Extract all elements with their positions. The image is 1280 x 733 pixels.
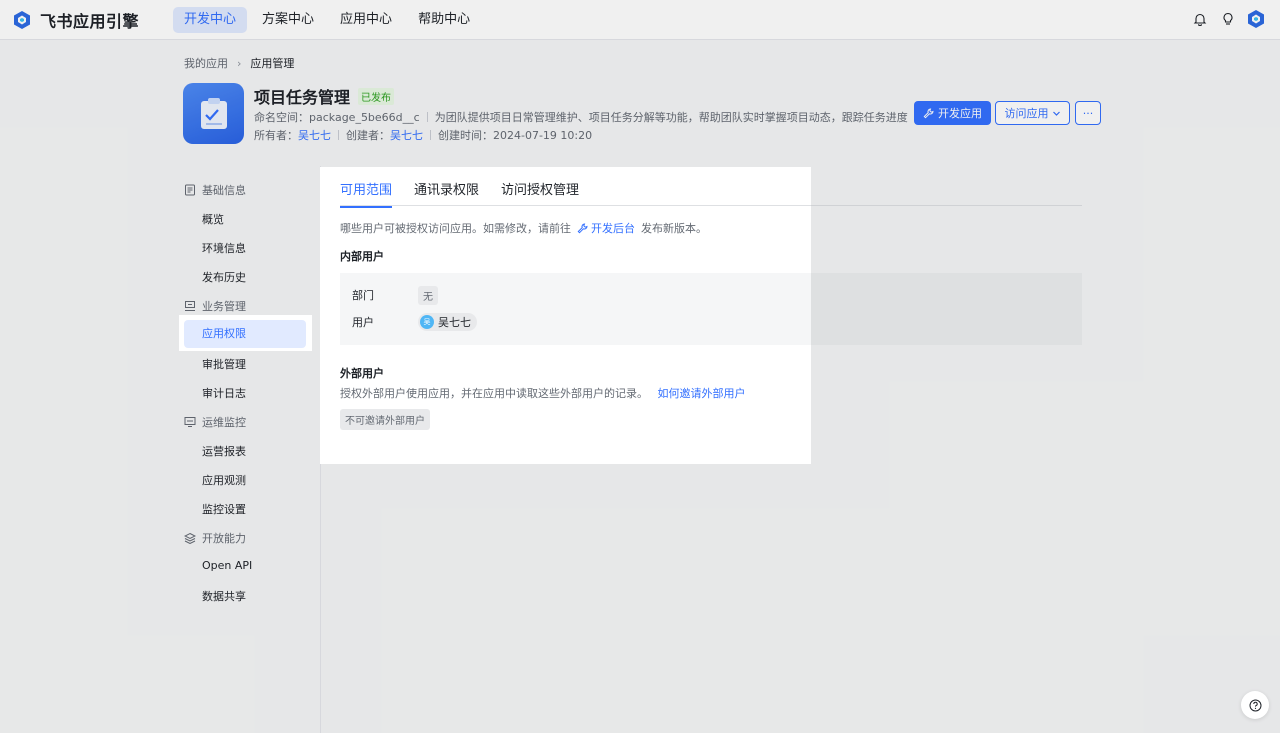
monitor-icon	[184, 417, 196, 427]
chevron-right-icon: ›	[237, 56, 242, 70]
tab-divider	[340, 205, 811, 206]
desc-text: 哪些用户可被授权访问应用。如需修改，请前往	[340, 222, 571, 235]
external-desc-text: 授权外部用户使用应用，并在应用中读取这些外部用户的记录。	[340, 387, 648, 400]
tab-underline-extension	[811, 205, 1082, 206]
visit-app-label: 访问应用	[1004, 107, 1049, 120]
invite-external-link[interactable]: 如何邀请外部用户	[658, 387, 746, 400]
clipboard-icon	[200, 97, 227, 129]
tab-contacts-permission[interactable]: 通讯录权限	[414, 179, 479, 208]
nav-dev-center[interactable]: 开发中心	[173, 6, 248, 33]
external-invite-disabled-tag: 不可邀请外部用户	[340, 409, 430, 430]
sidebar-group-business: 业务管理	[184, 298, 246, 314]
user-label: 用户	[352, 316, 374, 329]
nav-help-center[interactable]: 帮助中心	[407, 7, 481, 33]
created-time: 2024-07-19 10:20	[493, 128, 593, 142]
app-logo	[183, 83, 244, 144]
brand[interactable]: 飞书应用引擎	[12, 8, 139, 32]
department-label: 部门	[352, 289, 374, 302]
desc-suffix: 发布新版本。	[641, 222, 707, 235]
availability-description: 哪些用户可被授权访问应用。如需修改，请前往 开发后台 发布新版本。	[340, 220, 707, 236]
sidebar-item-observability[interactable]: 应用观测	[202, 472, 246, 488]
sidebar-group-ops: 运维监控	[184, 414, 246, 430]
sidebar-group-open: 开放能力	[184, 530, 246, 546]
external-users-title: 外部用户	[340, 367, 384, 380]
creator-label: 创建者：	[346, 129, 390, 142]
tab-availability[interactable]: 可用范围	[340, 179, 393, 208]
app-description: 为团队提供项目日常管理维护、项目任务分解等功能，帮助团队实时掌握项目动态，跟踪任…	[434, 111, 908, 124]
sidebar-item-open-api[interactable]: Open API	[202, 559, 252, 572]
sidebar-item-env[interactable]: 环境信息	[202, 240, 246, 256]
wrench-icon	[577, 222, 588, 233]
visit-app-button[interactable]: 访问应用	[995, 101, 1070, 125]
status-badge: 已发布	[358, 87, 395, 105]
sidebar-item-data-sharing[interactable]: 数据共享	[202, 588, 246, 604]
user-avatar-icon[interactable]	[1246, 9, 1266, 29]
brand-name: 飞书应用引擎	[40, 11, 140, 31]
internal-users-box: 部门 无 用户 吴 吴七七	[340, 273, 811, 345]
created-label: 创建时间：	[438, 129, 493, 142]
permission-panel: 可用范围 通讯录权限 访问授权管理 哪些用户可被授权访问应用。如需修改，请前往 …	[320, 167, 811, 464]
sidebar-item-ops-report[interactable]: 运营报表	[202, 443, 246, 459]
app-meta-owner: 所有者： 吴七七 创建者： 吴七七 创建时间： 2024-07-19 10:20	[254, 127, 592, 143]
breadcrumb-my-apps[interactable]: 我的应用	[184, 55, 228, 71]
layers-icon	[184, 532, 196, 544]
brand-logo-icon	[14, 10, 30, 29]
help-button[interactable]	[1241, 691, 1269, 719]
app-title: 项目任务管理	[254, 88, 351, 107]
main-nav: 开发中心 方案中心 应用中心 帮助中心	[173, 0, 485, 40]
avatar: 吴	[420, 315, 434, 329]
nav-app-center[interactable]: 应用中心	[329, 7, 403, 33]
lightbulb-icon[interactable]	[1218, 9, 1238, 29]
user-chip: 吴 吴七七	[418, 313, 477, 331]
develop-app-label: 开发应用	[938, 107, 982, 120]
business-icon	[185, 301, 195, 311]
internal-users-title: 内部用户	[340, 250, 384, 263]
bell-icon[interactable]	[1190, 9, 1210, 29]
owner-link[interactable]: 吴七七	[298, 127, 331, 143]
sidebar-item-audit-log[interactable]: 审计日志	[202, 385, 246, 401]
user-name: 吴七七	[438, 316, 471, 329]
sidebar-item-release-history[interactable]: 发布历史	[202, 269, 246, 285]
more-button[interactable]: ···	[1075, 101, 1101, 125]
wrench-icon	[923, 107, 934, 118]
question-icon	[1249, 699, 1261, 711]
owner-label: 所有者：	[254, 129, 298, 142]
nav-solution-center[interactable]: 方案中心	[251, 7, 325, 33]
chevron-down-icon	[1052, 111, 1060, 116]
sidebar-group-label: 业务管理	[202, 300, 246, 313]
permission-tabs: 可用范围 通讯录权限 访问授权管理	[340, 179, 601, 208]
sidebar-item-overview[interactable]: 概览	[202, 211, 224, 227]
namespace-label: 命名空间：	[254, 111, 309, 124]
sidebar-group-basic: 基础信息	[184, 182, 246, 198]
sidebar-item-monitor-settings[interactable]: 监控设置	[202, 501, 246, 517]
breadcrumb-current: 应用管理	[250, 57, 295, 70]
sidebar-item-app-permissions[interactable]: 应用权限	[184, 320, 306, 348]
sidebar-item-approval[interactable]: 审批管理	[202, 356, 246, 372]
external-users-description: 授权外部用户使用应用，并在应用中读取这些外部用户的记录。 如何邀请外部用户	[340, 385, 746, 401]
sidebar-group-label: 开放能力	[202, 532, 246, 545]
dev-console-link[interactable]: 开发后台	[577, 220, 635, 236]
department-value: 无	[418, 286, 438, 305]
sidebar-group-label: 运维监控	[202, 416, 246, 429]
more-icon: ···	[1082, 106, 1094, 120]
namespace-value: package_5be66d__c	[309, 110, 420, 124]
dev-console-label: 开发后台	[591, 222, 635, 235]
internal-users-box-extension	[811, 273, 1082, 345]
develop-app-button[interactable]: 开发应用	[914, 101, 991, 125]
sidebar-group-label: 基础信息	[202, 184, 246, 197]
document-icon	[185, 184, 195, 196]
tab-access-authorization[interactable]: 访问授权管理	[501, 179, 579, 208]
breadcrumb: 我的应用 › 应用管理	[184, 55, 294, 71]
top-navigation-bar: 飞书应用引擎 开发中心 方案中心 应用中心 帮助中心	[0, 0, 1280, 40]
creator-link[interactable]: 吴七七	[390, 127, 423, 143]
app-meta-namespace: 命名空间： package_5be66d__c 为团队提供项目日常管理维护、项目…	[254, 109, 908, 125]
